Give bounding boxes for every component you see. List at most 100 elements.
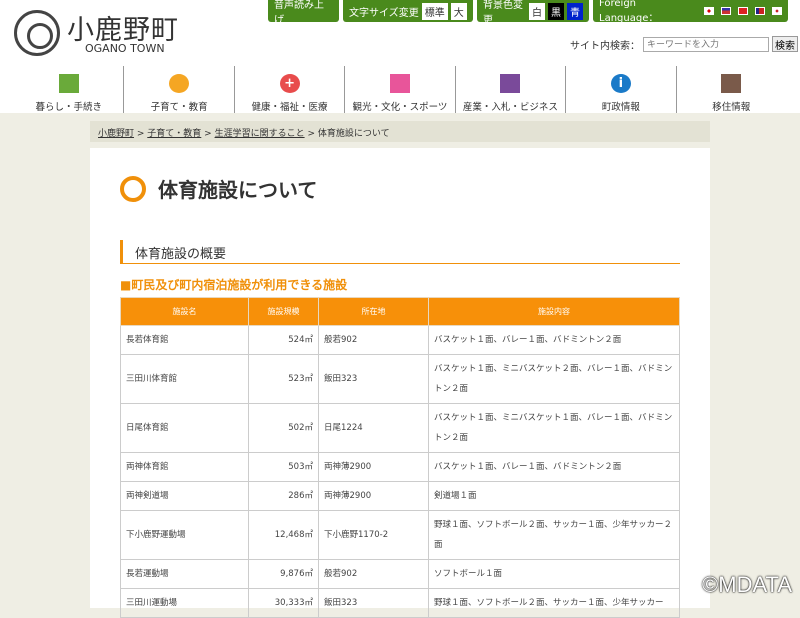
search-button[interactable]: 検索 [772, 36, 798, 52]
subsection-heading: ■町民及び町内宿泊施設が利用できる施設 [120, 278, 348, 292]
facility-size: 9,876㎡ [248, 559, 319, 589]
foreign-language-label: Foreign Language： [599, 0, 659, 24]
site-search: サイト内検索： 検索 [570, 36, 798, 52]
page-title: 体育施設について [120, 174, 317, 203]
flag-usa-icon[interactable] [721, 7, 732, 15]
breadcrumb-link[interactable]: 子育て・教育 [147, 129, 201, 139]
header: 小鹿野町 OGANO TOWN 音声読み上げ 文字サイズ変更 標準大 背景色変更白… [0, 0, 800, 113]
facility-name: 三田川体育館 [120, 354, 249, 404]
watermark: ©MDATA [702, 572, 792, 597]
nav-item-label: 産業・入札・ビジネス [462, 102, 558, 113]
facility-size: 30,333㎡ [248, 588, 319, 618]
facility-address: 両神薄2900 [318, 452, 429, 482]
breadcrumb-sep: > [201, 129, 215, 139]
facility-size: 286㎡ [248, 481, 319, 511]
site-name-en: OGANO TOWN [85, 42, 165, 55]
bg-blue-button[interactable]: 青 [567, 2, 583, 20]
column-header: 施設内容 [428, 297, 680, 326]
facility-name: 長若体育館 [120, 325, 249, 355]
nav-item[interactable]: 子育て・教育 [123, 66, 233, 113]
table-row: 下小鹿野運動場 12,468㎡ 下小鹿野1170-2 野球１面、ソフトボール２面、サッ… [120, 510, 680, 560]
foreign-language-control: Foreign Language： [593, 0, 788, 24]
font-standard-button[interactable]: 標準 [421, 2, 448, 20]
search-label: サイト内検索： [570, 40, 640, 52]
column-header: 所在地 [318, 297, 429, 326]
facility-contents: 野球１面、ソフトボール２面、サッカー１面、少年サッカー [428, 588, 680, 618]
main-nav: 暮らし・手続き 子育て・教育 + 健康・福祉・医療 観光・文化・スポーツ 産業・入札・ビジ… [14, 66, 786, 113]
table-row: 両神体育館 503㎡ 両神薄2900 バスケット１面、バレー１面、バドミントン２面 [120, 452, 680, 482]
nav-item[interactable]: i 町政情報 [565, 66, 675, 113]
facility-size: 503㎡ [248, 452, 319, 482]
facility-size: 502㎡ [248, 403, 319, 453]
facility-contents: バスケット１面、バレー１面、バドミントン２面 [428, 325, 680, 355]
column-header: 施設名 [120, 297, 249, 326]
font-size-control: 文字サイズ変更 標準大 [343, 0, 473, 22]
nav-item-label: 健康・福祉・医療 [251, 102, 328, 113]
nav-item-label: 子育て・教育 [150, 102, 208, 113]
facility-contents: 剣道場１面 [428, 481, 680, 511]
flag-china-icon[interactable] [738, 7, 749, 15]
facility-name: 三田川運動場 [120, 588, 249, 618]
facility-size: 523㎡ [248, 354, 319, 404]
breadcrumb-sep: > [304, 129, 318, 139]
table-row: 長若運動場 9,876㎡ 般若902 ソフトボール１面 [120, 559, 680, 589]
facility-name: 下小鹿野運動場 [120, 510, 249, 560]
breadcrumb-current: 体育施設について [317, 129, 390, 139]
table-row: 長若体育館 524㎡ 般若902 バスケット１面、バレー１面、バドミントン２面 [120, 325, 680, 355]
house-icon [58, 74, 79, 93]
facility-address: 両神薄2900 [318, 481, 429, 511]
facility-address: 飯田323 [318, 354, 429, 404]
breadcrumb-link[interactable]: 生涯学習に関すること [215, 129, 305, 139]
flower-icon [389, 74, 410, 93]
bg-black-button[interactable]: 黒 [548, 2, 564, 20]
facility-address: 般若902 [318, 559, 429, 589]
nav-item[interactable]: 暮らし・手続き [14, 66, 123, 113]
info-icon: i [610, 74, 631, 93]
nav-item[interactable]: + 健康・福祉・医療 [233, 66, 344, 113]
table-row: 両神剣道場 286㎡ 両神薄2900 剣道場１面 [120, 481, 680, 511]
flag-taiwan-icon[interactable] [755, 7, 766, 15]
facility-contents: バスケット１面、ミニバスケット１面、バレー１面、バドミントン２面 [428, 403, 680, 453]
breadcrumb-sep: > [134, 129, 148, 139]
facility-size: 12,468㎡ [248, 510, 319, 560]
section-heading: 体育施設の概要 [120, 240, 680, 264]
nav-item[interactable]: 産業・入札・ビジネス [454, 66, 565, 113]
town-emblem-logo[interactable] [14, 10, 60, 56]
plus-icon: + [279, 74, 300, 93]
child-icon [169, 74, 190, 93]
nav-item[interactable]: 観光・文化・スポーツ [344, 66, 454, 113]
facility-name: 両神剣道場 [120, 481, 249, 511]
table-row: 三田川運動場 30,333㎡ 飯田323 野球１面、ソフトボール２面、サッカー１面、少… [120, 588, 680, 618]
table-row: 三田川体育館 523㎡ 飯田323 バスケット１面、ミニバスケット２面、バレー１面、バ… [120, 354, 680, 404]
breadcrumb-link[interactable]: 小鹿野町 [98, 129, 134, 139]
nav-item[interactable]: 移住情報 [675, 66, 786, 113]
factory-icon [500, 74, 521, 93]
facility-size: 524㎡ [248, 325, 319, 355]
bg-color-label: 背景色変更 [483, 0, 523, 26]
search-input[interactable] [643, 36, 769, 52]
bg-color-control: 背景色変更白黒青 [477, 0, 589, 26]
nav-item-label: 移住情報 [712, 102, 751, 113]
flag-korea-icon[interactable] [772, 7, 782, 15]
facility-contents: バスケット１面、ミニバスケット２面、バレー１面、バドミントン２面 [428, 354, 680, 404]
speech-button[interactable]: 音声読み上げ [268, 0, 339, 26]
speech-label: 音声読み上げ [274, 0, 324, 26]
facility-contents: バスケット１面、バレー１面、バドミントン２面 [428, 452, 680, 482]
breadcrumb: 小鹿野町 > 子育て・教育 > 生涯学習に関すること > 体育施設について [90, 121, 710, 142]
facility-name: 両神体育館 [120, 452, 249, 482]
facility-contents: 野球１面、ソフトボール２面、サッカー１面、少年サッカー２面 [428, 510, 680, 560]
table-row: 日尾体育館 502㎡ 日尾1224 バスケット１面、ミニバスケット１面、バレー１面、バ… [120, 403, 680, 453]
bg-white-button[interactable]: 白 [529, 2, 545, 20]
facility-address: 飯田323 [318, 588, 429, 618]
facility-name: 長若運動場 [120, 559, 249, 589]
facility-name: 日尾体育館 [120, 403, 249, 453]
flag-japan-icon[interactable] [704, 7, 715, 15]
facility-address: 下小鹿野1170-2 [318, 510, 429, 560]
font-size-label: 文字サイズ変更 [349, 7, 419, 19]
nav-item-label: 暮らし・手続き [35, 102, 102, 113]
home-icon [721, 74, 742, 93]
font-large-button[interactable]: 大 [450, 2, 467, 20]
facility-address: 日尾1224 [318, 403, 429, 453]
facility-address: 般若902 [318, 325, 429, 355]
column-header: 施設規模 [248, 297, 319, 326]
